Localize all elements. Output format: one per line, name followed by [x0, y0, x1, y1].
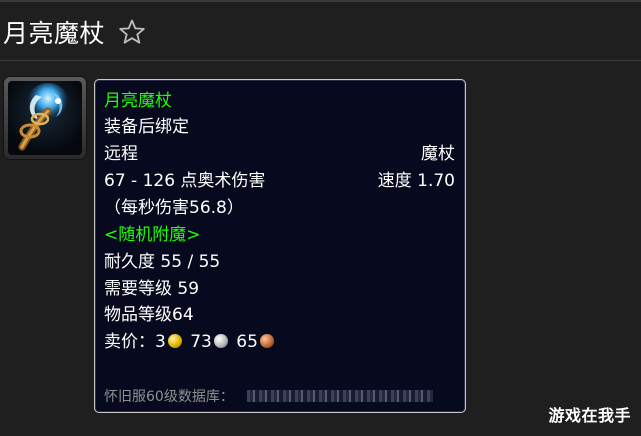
silver-coin-icon	[213, 334, 228, 348]
required-level-text: 需要等级 59	[104, 279, 200, 299]
sell-copper-value: 65	[236, 332, 258, 352]
header-divider	[0, 60, 641, 61]
redacted-url	[247, 390, 433, 402]
item-level-text: 物品等级64	[104, 305, 194, 325]
item-tooltip: 月亮魔杖 装备后绑定 远程 魔杖 67 - 126 点奥术伤害 速度 1.70 …	[94, 79, 466, 413]
watermark: 游戏在我手	[548, 406, 631, 425]
moon-wand-icon	[8, 81, 82, 155]
slot-text: 远程	[104, 144, 138, 164]
item-icon-frame[interactable]	[4, 77, 86, 159]
random-enchant-text: <随机附魔>	[104, 225, 201, 245]
page-title: 月亮魔杖	[3, 19, 106, 48]
sell-price-label: 卖价：	[104, 332, 155, 352]
item-name: 月亮魔杖	[104, 91, 172, 111]
durability-text: 耐久度 55 / 55	[104, 252, 221, 272]
star-icon[interactable]	[118, 18, 146, 46]
speed-text: 速度 1.70	[377, 171, 455, 191]
item-type-text: 魔杖	[421, 144, 455, 164]
dps-text: （每秒伤害56.8）	[104, 198, 244, 218]
copper-coin-icon	[259, 334, 274, 348]
title-bar: 月亮魔杖	[0, 12, 146, 52]
top-divider	[0, 0, 641, 2]
database-label: 怀旧服60级数据库：	[104, 389, 234, 405]
bind-text: 装备后绑定	[104, 117, 189, 137]
sell-gold-value: 3	[155, 332, 166, 352]
sell-silver-value: 73	[190, 332, 212, 352]
sell-price: 卖价：3 73 65	[104, 331, 277, 353]
gold-coin-icon	[167, 334, 182, 348]
damage-text: 67 - 126 点奥术伤害	[104, 171, 266, 191]
